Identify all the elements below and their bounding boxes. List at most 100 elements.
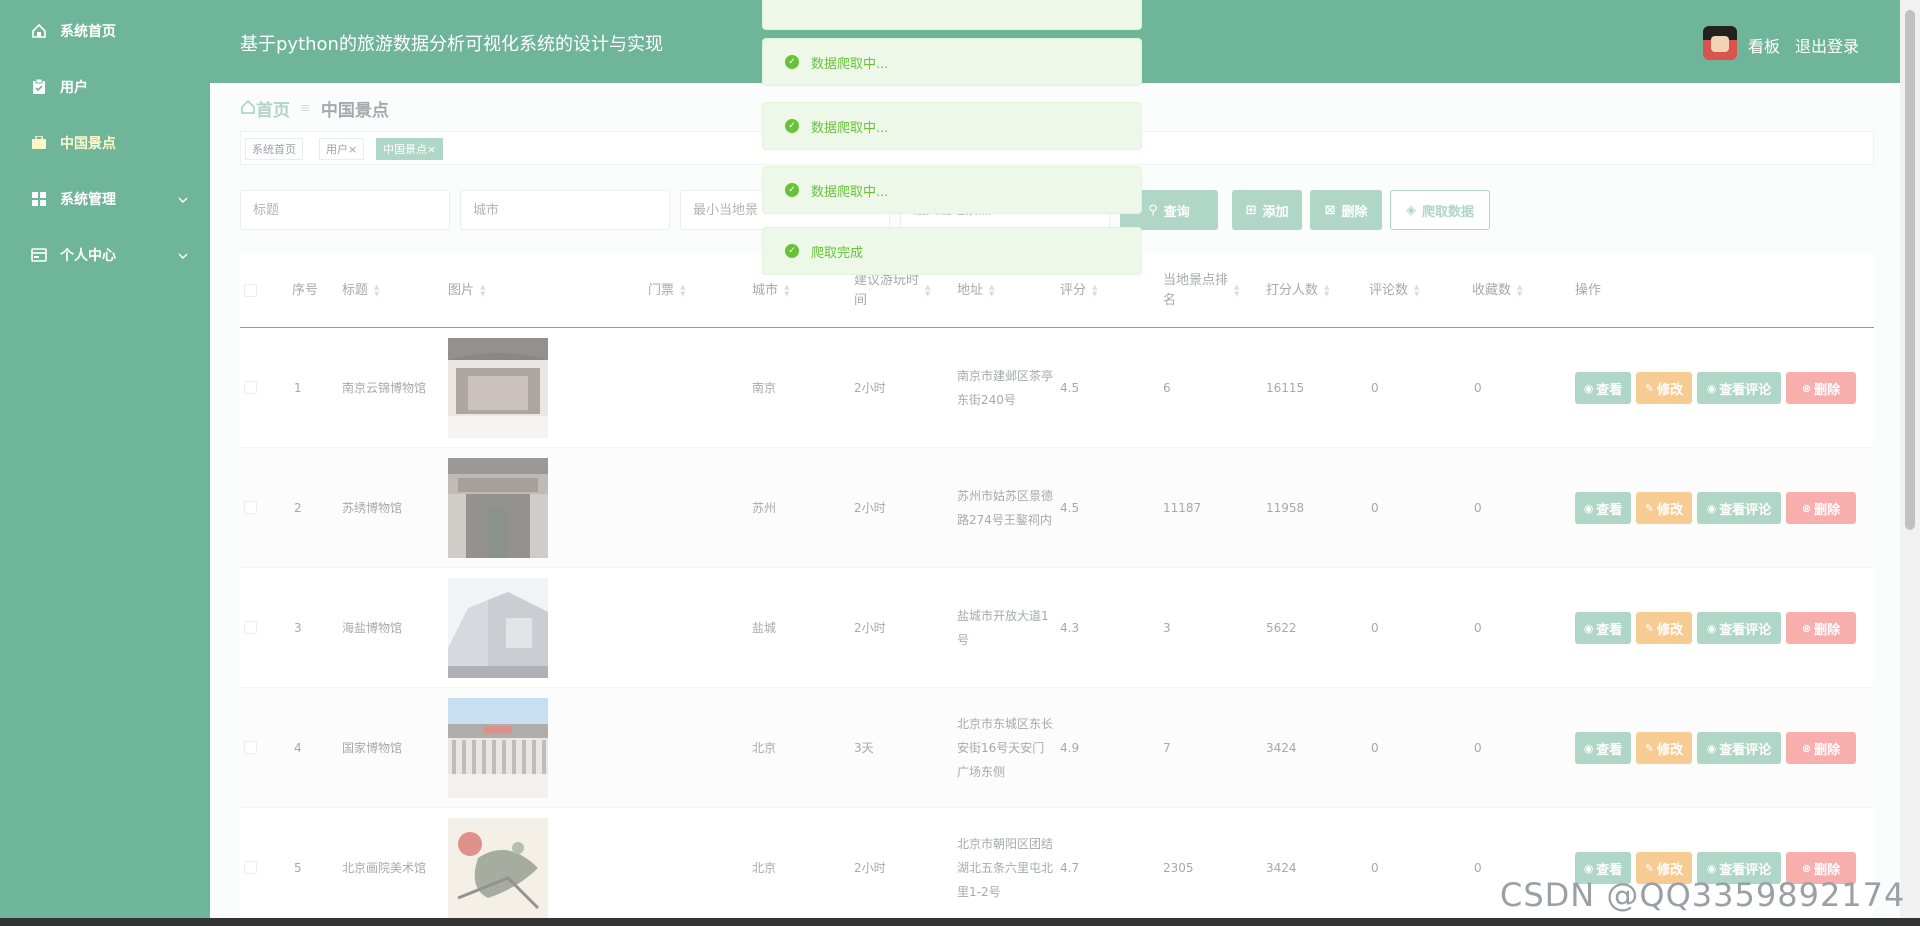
sort-icon[interactable]: ▲ ▼ <box>1234 284 1239 298</box>
table-row: 1 南京云锦博物馆 南京 2小时 南京市建邺区茶亭东街240号 4.5 6 16… <box>240 328 1874 448</box>
sidebar-item-label: 用户 <box>60 80 88 96</box>
spot-image <box>448 818 548 918</box>
spot-image <box>448 458 548 558</box>
sidebar-item-users[interactable]: 用户 <box>0 62 210 112</box>
eye-icon: ◉ <box>1583 501 1594 515</box>
close-square-icon: ⊠ <box>1324 202 1336 218</box>
col-rank[interactable]: 当地景点排名 ▲ ▼ <box>1163 254 1239 328</box>
title-search-input[interactable] <box>240 190 450 230</box>
close-circle-icon: ⊗ <box>1801 861 1812 875</box>
view-comments-button[interactable]: ◉ 查看评论 <box>1697 492 1781 524</box>
add-button[interactable]: ⊞ 添加 <box>1232 190 1302 230</box>
sort-icon[interactable]: ▲ ▼ <box>1324 284 1329 298</box>
cell-rank: 6 <box>1163 381 1171 395</box>
delete-button[interactable]: ⊗ 删除 <box>1786 732 1856 764</box>
eye-icon: ◉ <box>1706 621 1717 635</box>
cell-raters: 3424 <box>1266 741 1297 755</box>
edit-button[interactable]: ✎ 修改 <box>1636 732 1692 764</box>
cell-rating: 4.7 <box>1060 861 1080 875</box>
row-checkbox[interactable] <box>244 501 257 514</box>
delete-button-label: 删除 <box>1814 862 1841 878</box>
sort-icon[interactable]: ▲ ▼ <box>680 284 685 298</box>
cell-rank: 7 <box>1163 741 1171 755</box>
logout-link[interactable]: 退出登录 <box>1795 33 1859 57</box>
sidebar-item-label: 系统管理 <box>60 192 116 208</box>
breadcrumb-home-label: 首页 <box>256 101 290 121</box>
crawl-data-button[interactable]: ◈ 爬取数据 <box>1390 190 1490 230</box>
row-checkbox[interactable] <box>244 741 257 754</box>
col-title[interactable]: 标题 ▲ ▼ <box>342 254 379 328</box>
delete-button[interactable]: ⊗ 删除 <box>1786 372 1856 404</box>
select-all-checkbox[interactable] <box>244 284 257 297</box>
home-icon <box>30 22 48 40</box>
sidebar-item-system-admin[interactable]: 系统管理 <box>0 174 210 224</box>
sort-icon[interactable]: ▲ ▼ <box>480 284 485 298</box>
cell-title: 苏绣博物馆 <box>342 501 403 515</box>
plus-square-icon: ⊞ <box>1245 202 1257 218</box>
sort-icon[interactable]: ▲ ▼ <box>989 284 994 298</box>
cell-index: 5 <box>294 861 302 875</box>
scenic-spot-table: 序号 标题 ▲ ▼ 图片 ▲ ▼ 门票 ▲ ▼ 城市 ▲ ▼ 建议游玩时间 ▲ ▼ 地址 ▲ ▼ 评分 ▲… <box>240 254 1874 926</box>
col-ticket[interactable]: 门票 ▲ ▼ <box>648 254 685 328</box>
row-checkbox[interactable] <box>244 621 257 634</box>
view-comments-label: 查看评论 <box>1719 742 1772 758</box>
row-checkbox[interactable] <box>244 381 257 394</box>
cell-rating: 4.3 <box>1060 621 1080 635</box>
sort-icon[interactable]: ▲ ▼ <box>784 284 789 298</box>
col-raters[interactable]: 打分人数 ▲ ▼ <box>1266 254 1329 328</box>
col-title-label: 标题 <box>342 283 369 298</box>
sort-icon[interactable]: ▲ ▼ <box>1517 284 1522 298</box>
sidebar-item-profile[interactable]: 个人中心 <box>0 230 210 280</box>
dashboard-link[interactable]: 看板 <box>1748 33 1780 57</box>
taskbar-strip <box>0 918 1920 926</box>
sort-icon[interactable]: ▲ ▼ <box>1414 284 1419 298</box>
cell-raters: 5622 <box>1266 621 1297 635</box>
cell-duration: 2小时 <box>854 381 886 395</box>
sort-icon[interactable]: ▲ ▼ <box>1092 284 1097 298</box>
city-search-input[interactable] <box>460 190 670 230</box>
batch-delete-button[interactable]: ⊠ 删除 <box>1310 190 1382 230</box>
cell-address: 苏州市姑苏区景德路274号王鏊祠内 <box>957 489 1054 527</box>
edit-button-label: 修改 <box>1657 382 1684 398</box>
toast-message: ✓ 数据爬取中... <box>762 102 1142 150</box>
delete-button[interactable]: ⊗ 删除 <box>1786 492 1856 524</box>
view-button[interactable]: ◉ 查看 <box>1575 612 1631 644</box>
tag-scenic-spots[interactable]: 中国景点× <box>376 138 444 160</box>
cell-rank: 2305 <box>1163 861 1194 875</box>
eye-icon: ◉ <box>1706 741 1717 755</box>
toast-message: ✓ 数据爬取中... <box>762 166 1142 214</box>
col-favorites-label: 收藏数 <box>1472 283 1512 298</box>
col-favorites[interactable]: 收藏数 ▲ ▼ <box>1472 254 1522 328</box>
cell-comments: 0 <box>1371 861 1379 875</box>
tag-home[interactable]: 系统首页 <box>245 138 303 160</box>
edit-button[interactable]: ✎ 修改 <box>1636 612 1692 644</box>
breadcrumb: 首页 ≡ 中国景点 <box>240 96 389 121</box>
edit-button-label: 修改 <box>1657 502 1684 518</box>
cell-city: 北京 <box>752 741 777 755</box>
delete-button[interactable]: ⊗ 删除 <box>1786 612 1856 644</box>
sidebar-item-home[interactable]: 系统首页 <box>0 6 210 56</box>
breadcrumb-home[interactable]: 首页 <box>240 96 290 121</box>
vertical-scrollbar[interactable] <box>1900 0 1920 926</box>
sort-icon[interactable]: ▲ ▼ <box>925 284 930 298</box>
row-checkbox[interactable] <box>244 861 257 874</box>
edit-button[interactable]: ✎ 修改 <box>1636 492 1692 524</box>
breadcrumb-separator: ≡ <box>300 101 311 116</box>
view-button[interactable]: ◉ 查看 <box>1575 492 1631 524</box>
view-button[interactable]: ◉ 查看 <box>1575 732 1631 764</box>
sidebar-item-scenic-spots[interactable]: 中国景点 <box>0 118 210 168</box>
sort-icon[interactable]: ▲ ▼ <box>374 284 379 298</box>
scrollbar-thumb[interactable] <box>1905 10 1915 530</box>
view-comments-button[interactable]: ◉ 查看评论 <box>1697 612 1781 644</box>
edit-button-label: 修改 <box>1657 622 1684 638</box>
sidebar-item-label: 中国景点 <box>60 136 116 152</box>
view-comments-label: 查看评论 <box>1719 382 1772 398</box>
view-comments-button[interactable]: ◉ 查看评论 <box>1697 372 1781 404</box>
avatar[interactable] <box>1703 26 1737 60</box>
col-comments[interactable]: 评论数 ▲ ▼ <box>1369 254 1419 328</box>
view-comments-button[interactable]: ◉ 查看评论 <box>1697 732 1781 764</box>
col-image[interactable]: 图片 ▲ ▼ <box>448 254 485 328</box>
edit-button[interactable]: ✎ 修改 <box>1636 372 1692 404</box>
tag-users[interactable]: 用户× <box>319 138 365 160</box>
view-button[interactable]: ◉ 查看 <box>1575 372 1631 404</box>
